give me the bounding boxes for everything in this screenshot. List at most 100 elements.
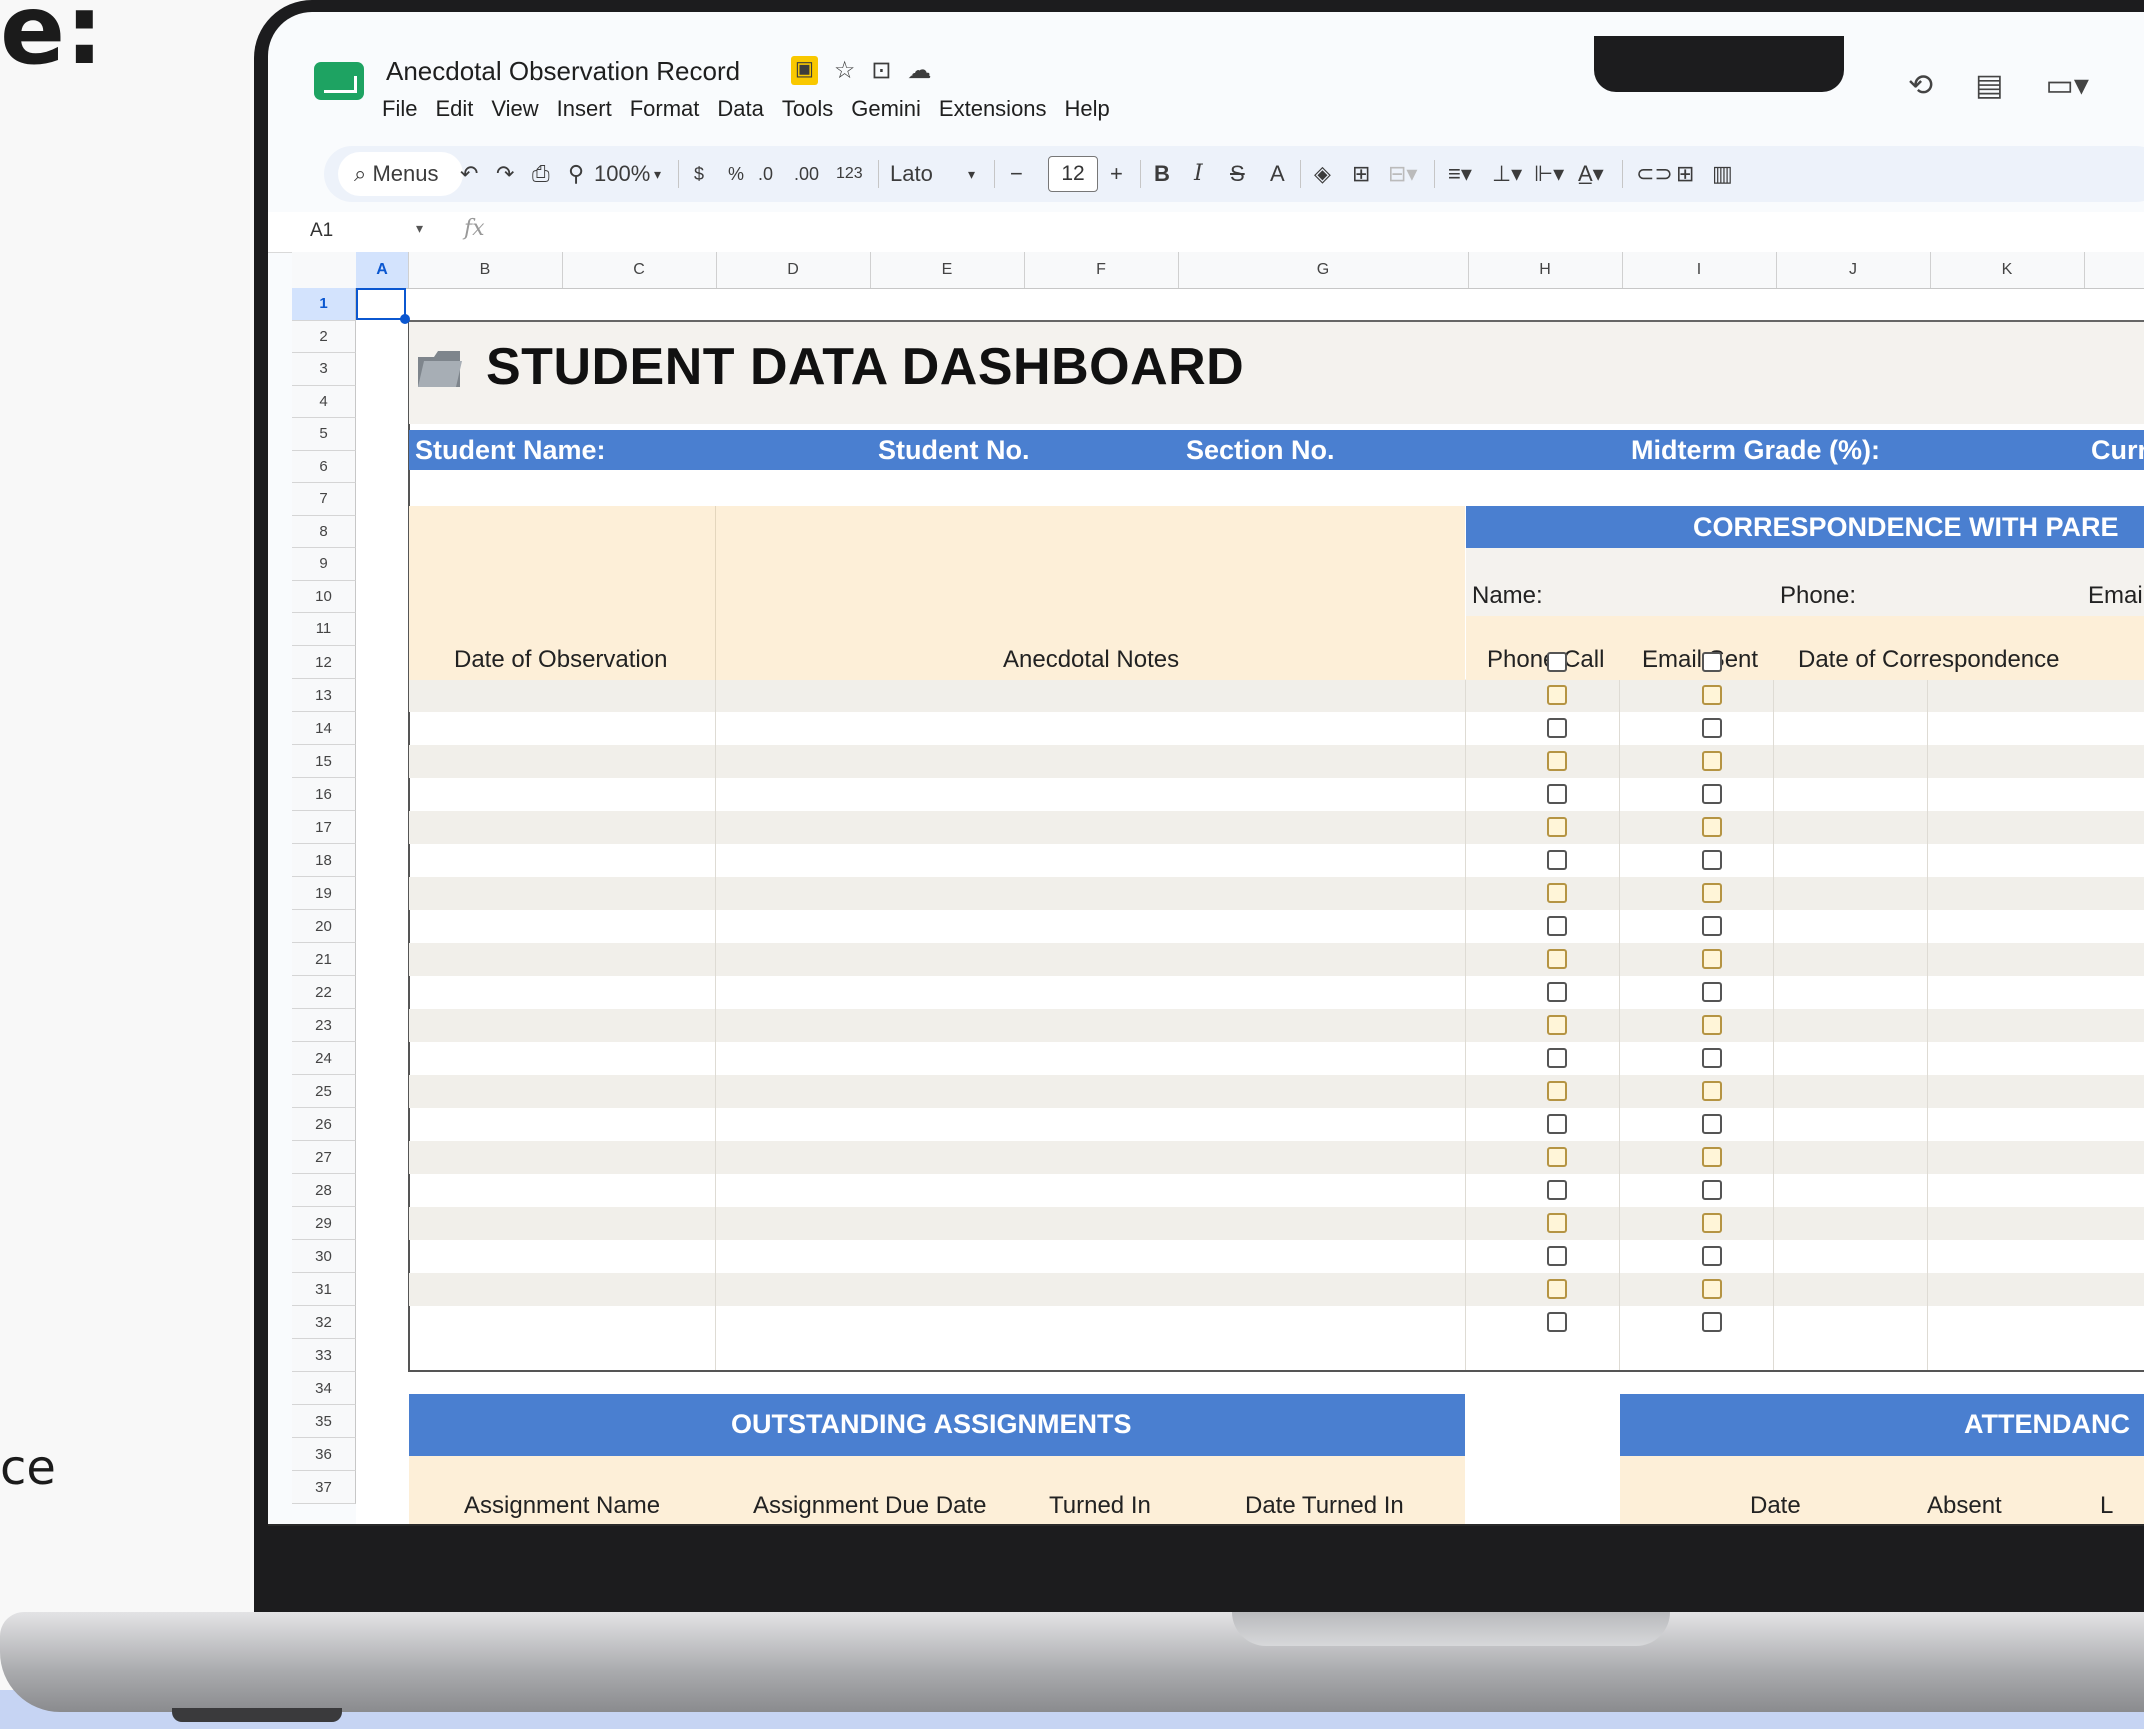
row-header[interactable]: 11 [292,613,356,646]
table-row[interactable] [409,876,2144,910]
email-sent-checkbox[interactable] [1702,1311,1722,1332]
email-sent-checkbox[interactable] [1702,1113,1722,1134]
column-header-a[interactable]: A [356,252,409,288]
column-header-h[interactable]: H [1468,252,1623,288]
row-header[interactable]: 21 [292,942,356,976]
phone-call-checkbox[interactable] [1547,1212,1567,1233]
email-sent-checkbox[interactable] [1702,651,1722,672]
phone-call-checkbox[interactable] [1547,1014,1567,1035]
table-row[interactable] [409,712,2144,745]
table-row[interactable] [409,1042,2144,1075]
table-row[interactable] [409,1008,2144,1042]
table-row[interactable] [409,976,2144,1009]
phone-call-checkbox[interactable] [1547,882,1567,903]
column-header-c[interactable]: C [562,252,717,288]
row-header[interactable]: 19 [292,876,356,910]
email-sent-checkbox[interactable] [1702,684,1722,705]
table-row[interactable] [409,942,2144,976]
table-row[interactable] [409,1206,2144,1240]
email-sent-checkbox[interactable] [1702,750,1722,771]
email-sent-checkbox[interactable] [1702,816,1722,837]
email-sent-checkbox[interactable] [1702,1047,1722,1068]
table-row[interactable] [409,910,2144,943]
column-header-k[interactable]: K [1930,252,2085,288]
column-header-j[interactable]: J [1776,252,1931,288]
column-header-f[interactable]: F [1024,252,1179,288]
row-header[interactable]: 18 [292,843,356,877]
email-sent-checkbox[interactable] [1702,1278,1722,1299]
column-header-b[interactable]: B [408,252,563,288]
row-header[interactable]: 1 [292,288,356,321]
table-row[interactable] [409,778,2144,811]
table-row[interactable] [409,844,2144,877]
row-header[interactable]: 17 [292,810,356,844]
email-sent-checkbox[interactable] [1702,1146,1722,1167]
email-sent-checkbox[interactable] [1702,1245,1722,1266]
email-sent-checkbox[interactable] [1702,1080,1722,1101]
row-header[interactable]: 22 [292,975,356,1009]
table-row[interactable] [409,1140,2144,1174]
row-header[interactable]: 2 [292,320,356,353]
row-header[interactable]: 31 [292,1272,356,1306]
column-header-g[interactable]: G [1178,252,1469,288]
selected-cell-a1[interactable] [356,288,406,320]
phone-call-checkbox[interactable] [1547,816,1567,837]
row-header[interactable]: 7 [292,483,356,516]
phone-call-checkbox[interactable] [1547,1245,1567,1266]
email-sent-checkbox[interactable] [1702,1212,1722,1233]
row-header[interactable]: 26 [292,1107,356,1141]
phone-call-checkbox[interactable] [1547,1080,1567,1101]
row-header[interactable]: 29 [292,1206,356,1240]
row-header[interactable]: 27 [292,1140,356,1174]
phone-call-checkbox[interactable] [1547,1113,1567,1134]
table-row[interactable] [409,1272,2144,1306]
row-header[interactable]: 36 [292,1437,356,1471]
row-header[interactable]: 20 [292,909,356,943]
phone-call-checkbox[interactable] [1547,750,1567,771]
row-header[interactable]: 34 [292,1371,356,1405]
table-row[interactable] [409,678,2144,712]
email-sent-checkbox[interactable] [1702,915,1722,936]
table-row[interactable] [409,744,2144,778]
row-header[interactable]: 32 [292,1305,356,1339]
email-sent-checkbox[interactable] [1702,1179,1722,1200]
table-row[interactable] [409,1174,2144,1207]
fill-handle[interactable] [400,314,410,324]
phone-call-checkbox[interactable] [1547,1311,1567,1332]
row-header[interactable]: 3 [292,353,356,386]
phone-call-checkbox[interactable] [1547,1146,1567,1167]
sheet-grid[interactable]: A B C D E F G H I J K 1 2 3 4 5 6 7 8 9 10 11 12 13 1… [268,12,2144,1526]
email-sent-checkbox[interactable] [1702,783,1722,804]
row-header[interactable]: 30 [292,1239,356,1273]
phone-call-checkbox[interactable] [1547,1179,1567,1200]
row-header[interactable]: 9 [292,548,356,581]
row-header[interactable]: 15 [292,744,356,778]
row-header[interactable]: 23 [292,1008,356,1042]
email-sent-checkbox[interactable] [1702,948,1722,969]
email-sent-checkbox[interactable] [1702,981,1722,1002]
phone-call-checkbox[interactable] [1547,948,1567,969]
column-header-d[interactable]: D [716,252,871,288]
row-header[interactable]: 10 [292,580,356,613]
table-row[interactable] [409,810,2144,844]
row-header[interactable]: 25 [292,1074,356,1108]
row-header[interactable]: 14 [292,711,356,745]
phone-call-checkbox[interactable] [1547,651,1567,672]
row-header[interactable]: 12 [292,645,356,679]
email-sent-checkbox[interactable] [1702,849,1722,870]
row-header[interactable]: 24 [292,1041,356,1075]
row-header[interactable]: 4 [292,385,356,418]
phone-call-checkbox[interactable] [1547,717,1567,738]
row-header[interactable]: 6 [292,450,356,483]
row-header[interactable]: 8 [292,515,356,548]
phone-call-checkbox[interactable] [1547,783,1567,804]
row-header[interactable]: 37 [292,1470,356,1504]
phone-call-checkbox[interactable] [1547,915,1567,936]
row-header[interactable]: 16 [292,777,356,811]
table-row[interactable] [409,1306,2144,1339]
email-sent-checkbox[interactable] [1702,882,1722,903]
phone-call-checkbox[interactable] [1547,684,1567,705]
phone-call-checkbox[interactable] [1547,981,1567,1002]
table-row[interactable] [409,1240,2144,1273]
row-header[interactable]: 28 [292,1173,356,1207]
